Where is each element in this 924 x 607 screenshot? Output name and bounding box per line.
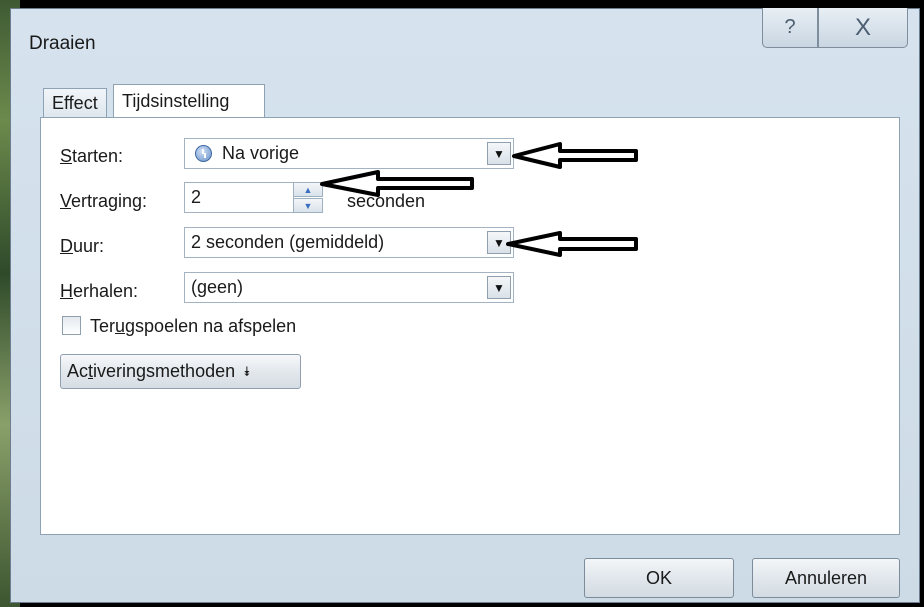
arrow-start bbox=[512, 142, 638, 169]
annotation-arrows bbox=[320, 142, 638, 257]
arrow-duration bbox=[506, 231, 638, 257]
arrow-delay bbox=[320, 170, 474, 197]
